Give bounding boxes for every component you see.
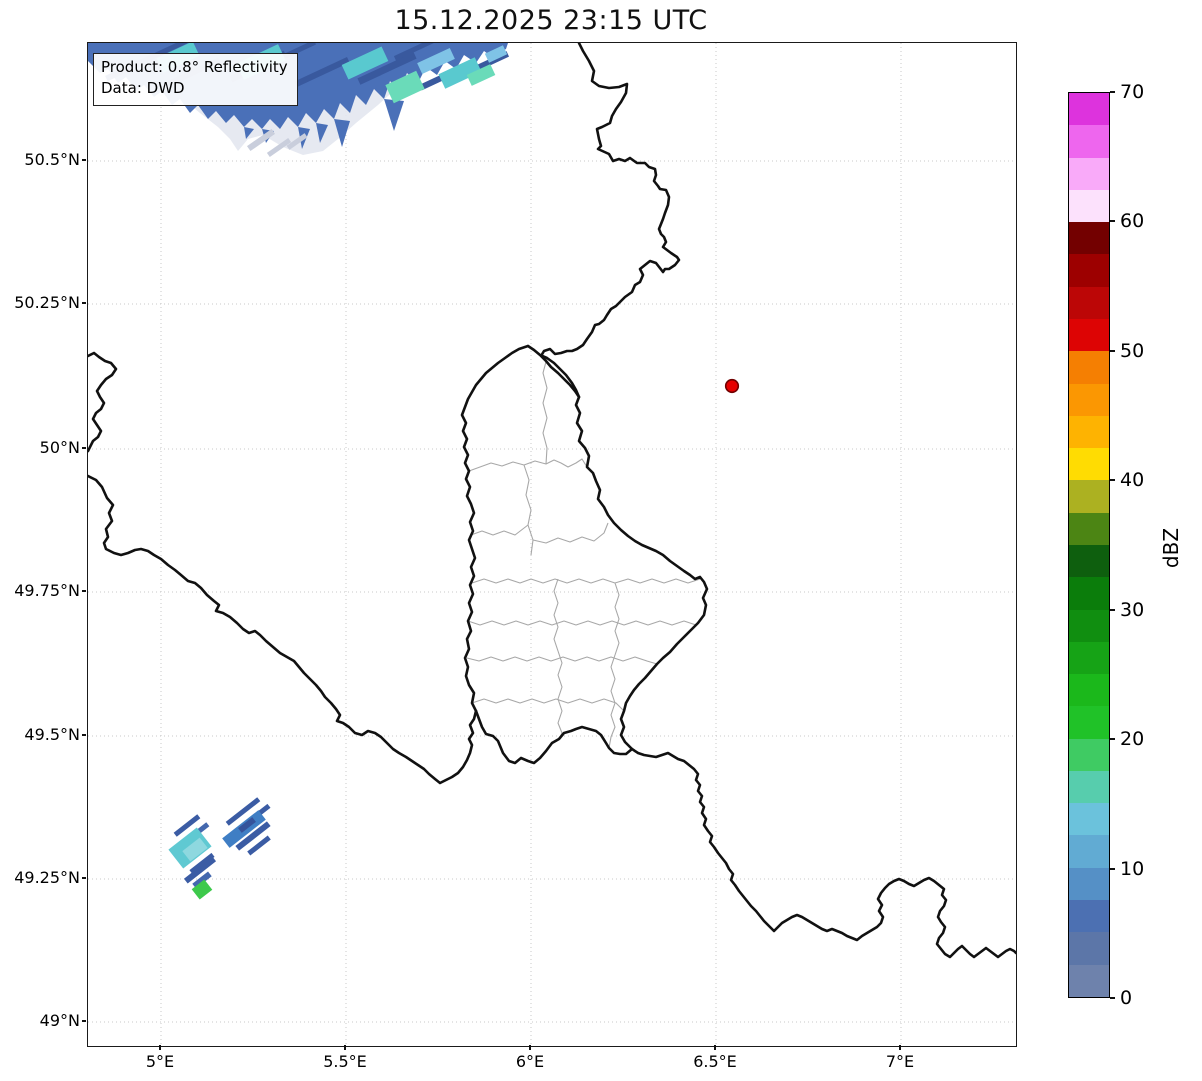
colorbar-tick-label: 30 (1120, 599, 1145, 621)
france-germany-border (630, 747, 1016, 959)
lon-tick-label: 7°E (885, 1052, 915, 1071)
canton-border (471, 578, 701, 584)
lon-tick-label: 5°E (145, 1052, 175, 1071)
colorbar-band (1069, 189, 1109, 223)
canton-border (557, 650, 563, 740)
colorbar-tick-label: 20 (1120, 728, 1145, 750)
colorbar-tickmark (1110, 350, 1115, 352)
lon-tick-label: 5.5°E (323, 1052, 367, 1071)
colorbar-band (1069, 867, 1109, 901)
canton-border (523, 464, 534, 556)
colorbar-band (1069, 448, 1109, 481)
colorbar-tick-label: 40 (1120, 469, 1145, 491)
colorbar-band (1069, 641, 1109, 675)
lat-tickmark (82, 447, 86, 449)
colorbar-band (1069, 286, 1109, 319)
belgium-germany-border (539, 43, 681, 399)
belgium-france-border (88, 474, 478, 785)
colorbar-band (1069, 544, 1109, 578)
lat-tickmark (82, 734, 86, 736)
lat-tick-label: 50°N (39, 438, 80, 457)
radar-map-figure: 15.12.2025 23:15 UTC Product: 0.8° Refle… (0, 0, 1202, 1081)
radar-site-marker (724, 378, 740, 394)
lat-tickmark (82, 1020, 86, 1022)
lon-tickmark (344, 1045, 346, 1050)
figure-title: 15.12.2025 23:15 UTC (394, 5, 708, 36)
belgium-france-border-west-fragment (88, 351, 118, 453)
colorbar-band (1069, 254, 1109, 287)
colorbar-tick-label: 70 (1120, 81, 1145, 103)
lat-tickmark (82, 159, 86, 161)
lon-tickmark (714, 1045, 716, 1050)
colorbar-band (1069, 222, 1109, 255)
colorbar-band (1069, 415, 1109, 449)
lat-tickmark (82, 590, 86, 592)
map-svg (88, 43, 1016, 1046)
colorbar-tick-label: 60 (1120, 210, 1145, 232)
canton-border (614, 582, 620, 656)
colorbar-band (1069, 835, 1109, 868)
colorbar-tickmark (1110, 91, 1115, 93)
colorbar-band (1069, 932, 1109, 965)
canton-border (468, 458, 588, 472)
lat-tick-label: 49.5°N (24, 725, 80, 744)
map-plot-area (87, 42, 1017, 1047)
colorbar-tickmark (1110, 997, 1115, 999)
colorbar-band (1069, 383, 1109, 416)
colorbar (1068, 92, 1110, 998)
product-line: Product: 0.8° Reflectivity (101, 58, 288, 76)
canton-border (470, 524, 529, 536)
product-info-box: Product: 0.8° Reflectivity Data: DWD (93, 53, 298, 106)
colorbar-band (1069, 964, 1109, 997)
colorbar-band (1069, 609, 1109, 642)
colorbar-tickmark (1110, 738, 1115, 740)
lat-tick-label: 49.75°N (14, 581, 80, 600)
lon-tickmark (529, 1045, 531, 1050)
lat-tick-label: 49.25°N (14, 868, 80, 887)
colorbar-tickmark (1110, 609, 1115, 611)
colorbar-band (1069, 318, 1109, 352)
lat-tick-label: 50.25°N (14, 293, 80, 312)
colorbar-band (1069, 900, 1109, 933)
colorbar-tickmark (1110, 868, 1115, 870)
colorbar-band (1069, 125, 1109, 158)
colorbar-band (1069, 738, 1109, 771)
colorbar-band (1069, 93, 1109, 126)
colorbar-band (1069, 770, 1109, 804)
colorbar-tick-label: 50 (1120, 340, 1145, 362)
colorbar-band (1069, 674, 1109, 707)
colorbar-band (1069, 480, 1109, 513)
colorbar-band (1069, 803, 1109, 836)
colorbar-band (1069, 351, 1109, 384)
colorbar-band (1069, 706, 1109, 739)
radar-echo-spike (384, 99, 404, 131)
lat-tickmark (82, 877, 86, 879)
lon-tickmark (899, 1045, 901, 1050)
lon-tick-label: 6°E (515, 1052, 545, 1071)
canton-border (553, 578, 559, 652)
colorbar-tickmark (1110, 220, 1115, 222)
colorbar-tick-label: 10 (1120, 858, 1145, 880)
canton-border (542, 357, 548, 465)
colorbar-band (1069, 512, 1109, 545)
colorbar-band (1069, 157, 1109, 190)
data-source-line: Data: DWD (101, 79, 185, 98)
canton-border (532, 522, 609, 544)
colorbar-tickmark (1110, 479, 1115, 481)
lat-tick-label: 49°N (39, 1011, 80, 1030)
canton-border (471, 698, 624, 711)
lat-tick-label: 50.5°N (24, 150, 80, 169)
colorbar-band (1069, 577, 1109, 610)
lon-tickmark (159, 1045, 161, 1050)
colorbar-tick-label: 0 (1120, 987, 1133, 1009)
colorbar-unit-label: dBZ (1159, 527, 1183, 569)
canton-border (467, 618, 703, 626)
lat-tickmark (82, 302, 86, 304)
lon-tick-label: 6.5°E (693, 1052, 737, 1071)
